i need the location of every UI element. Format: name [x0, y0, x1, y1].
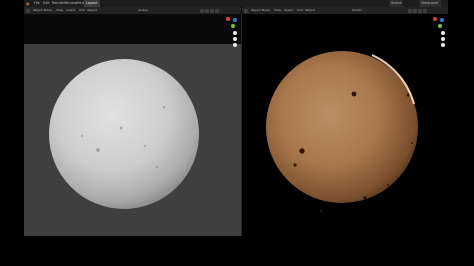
right-viewport[interactable]: [242, 14, 448, 236]
camera-view-icon[interactable]: [233, 43, 237, 47]
left-menu-add[interactable]: Add: [79, 7, 85, 14]
right-mode-selector[interactable]: Object Mode: [251, 7, 270, 14]
solid-shaded-sphere[interactable]: [24, 44, 241, 236]
menu-edit[interactable]: Edit: [43, 0, 50, 7]
scene-selector[interactable]: Scene: [389, 0, 404, 7]
rendered-sphere[interactable]: [242, 14, 448, 236]
left-orientation-gizmo[interactable]: [225, 16, 239, 30]
zoom-icon[interactable]: [233, 31, 237, 35]
menu-render[interactable]: Render: [52, 0, 64, 7]
pan-hand-icon[interactable]: [233, 37, 237, 41]
axis-z-icon[interactable]: [440, 18, 444, 22]
workspace-tab-layout[interactable]: Layout: [84, 0, 100, 7]
view-layer-selector[interactable]: ViewLayer: [419, 0, 441, 7]
right-letterbox: [448, 0, 474, 266]
left-transform-orientation[interactable]: Global: [138, 7, 148, 14]
top-menu-bar: ◉ File Edit Render Window Help Layout Sc…: [24, 0, 448, 7]
pan-hand-icon[interactable]: [441, 37, 445, 41]
left-menu-object[interactable]: Object: [87, 7, 97, 14]
axis-x-icon[interactable]: [226, 17, 230, 21]
left-menu-view[interactable]: View: [56, 7, 63, 14]
left-letterbox: [0, 0, 24, 266]
right-menu-object[interactable]: Object: [305, 7, 315, 14]
menu-file[interactable]: File: [34, 0, 40, 7]
menu-window[interactable]: Window: [64, 0, 77, 7]
left-viewport-header: Object Mode View Select Add Object Globa…: [24, 7, 241, 14]
right-orientation-gizmo[interactable]: [432, 16, 446, 30]
zoom-icon[interactable]: [441, 31, 445, 35]
axis-z-icon[interactable]: [233, 18, 237, 22]
left-viewport-canvas[interactable]: [24, 44, 241, 236]
right-menu-select[interactable]: Select: [284, 7, 293, 14]
axis-y-icon[interactable]: [438, 24, 442, 28]
bottom-area: [24, 236, 448, 266]
right-transform-orientation[interactable]: Global: [352, 7, 362, 14]
left-mode-selector[interactable]: Object Mode: [33, 7, 52, 14]
right-viewport-header: Object Mode View Select Add Object Globa…: [242, 7, 448, 14]
axis-x-icon[interactable]: [433, 17, 437, 21]
right-menu-view[interactable]: View: [274, 7, 281, 14]
camera-view-icon[interactable]: [441, 43, 445, 47]
right-menu-add[interactable]: Add: [297, 7, 303, 14]
blender-logo-icon[interactable]: ◉: [26, 0, 30, 7]
axis-y-icon[interactable]: [231, 24, 235, 28]
left-menu-select[interactable]: Select: [66, 7, 75, 14]
